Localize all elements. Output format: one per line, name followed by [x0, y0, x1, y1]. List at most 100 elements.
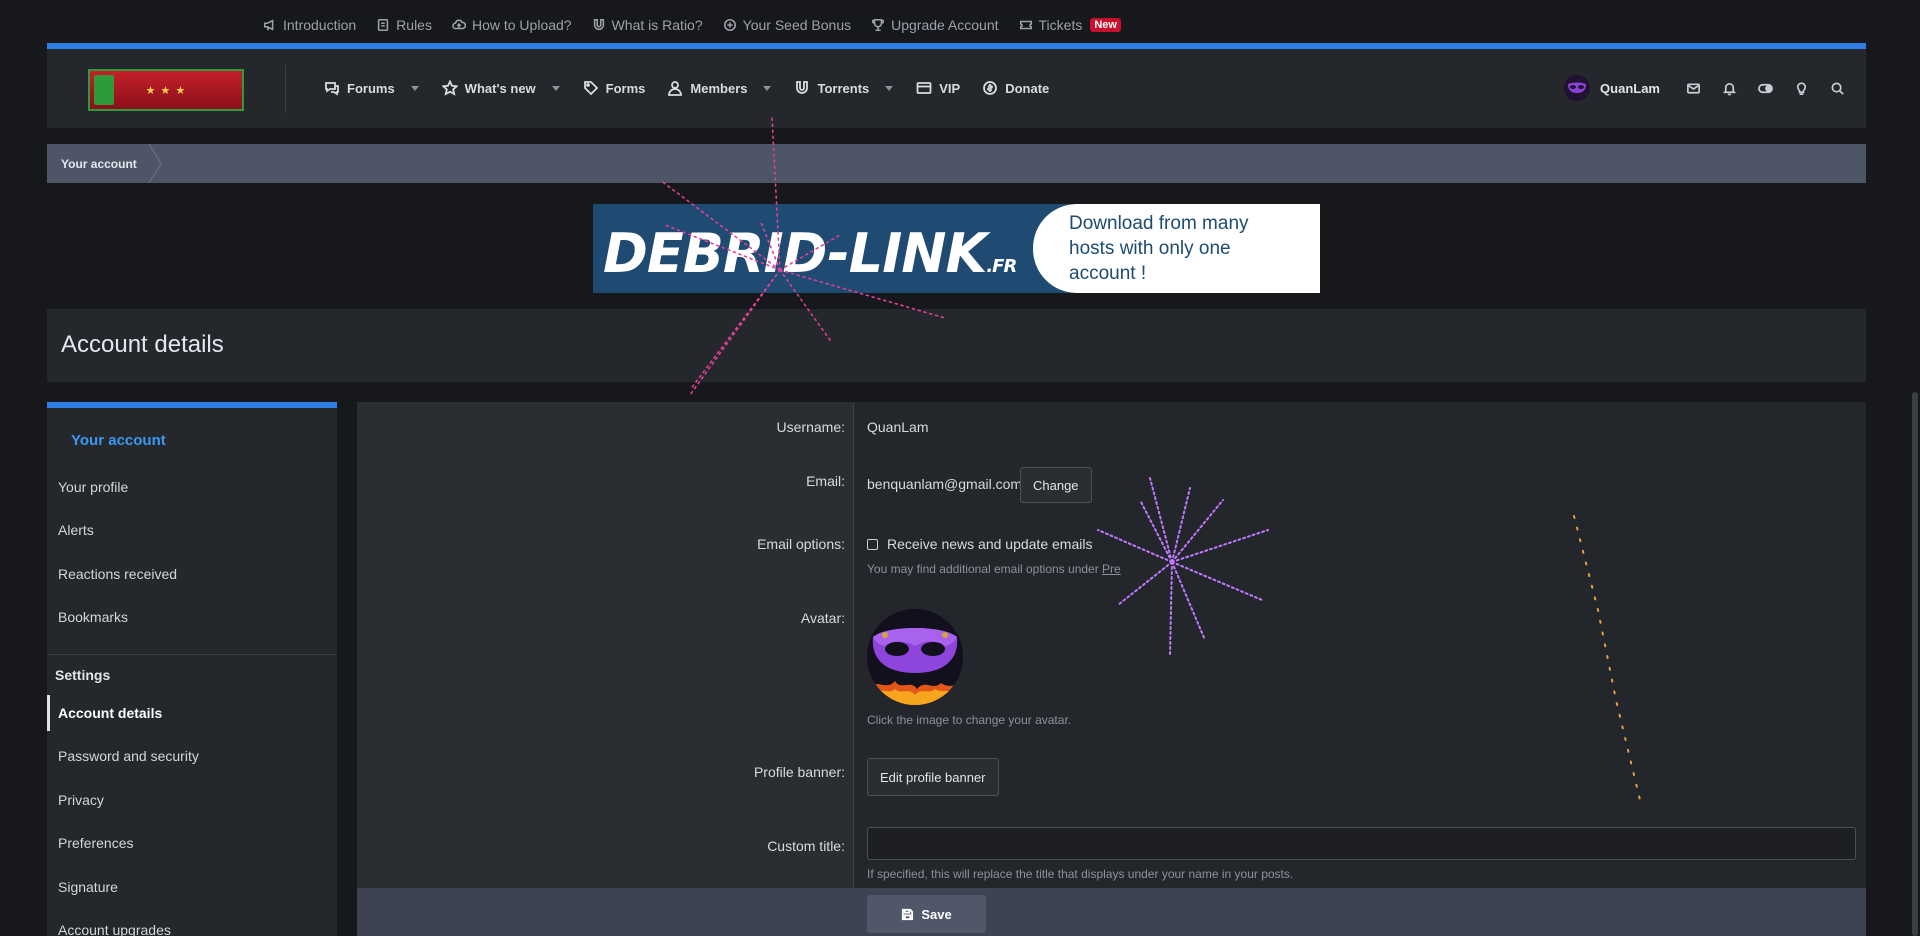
username-value: QuanLam — [867, 419, 929, 435]
caret-down-icon[interactable] — [762, 83, 772, 93]
sidebar-item-alerts[interactable]: Alerts — [47, 512, 337, 548]
trophy-icon — [871, 18, 885, 32]
toplink-introduction[interactable]: Introduction — [263, 17, 356, 33]
account-details-form: Username: QuanLam Email: benquanlam@gmai… — [357, 402, 1866, 936]
document-icon — [376, 18, 390, 32]
custom-title-input[interactable] — [867, 827, 1856, 860]
save-button[interactable]: Save — [867, 895, 986, 933]
search-button[interactable] — [1826, 77, 1848, 99]
chat-icon — [324, 80, 340, 96]
star-icon — [441, 80, 458, 96]
email-options-hint-text: You may find additional email options un… — [867, 562, 1103, 576]
sidebar-item-reactions-received[interactable]: Reactions received — [47, 556, 337, 592]
bell-icon — [1722, 81, 1737, 96]
ad-tagline-box: Download from many hosts with only one a… — [1033, 204, 1320, 293]
sidebar-divider — [47, 654, 337, 655]
toplink-label: Tickets — [1038, 17, 1083, 33]
sidebar-item-password-security[interactable]: Password and security — [47, 738, 337, 774]
preferences-link[interactable]: Pre — [1102, 562, 1121, 576]
style-toggle-button[interactable] — [1754, 77, 1776, 99]
newsletter-checkbox[interactable] — [867, 538, 878, 550]
alerts-button[interactable] — [1718, 77, 1740, 99]
upload-cloud-icon — [452, 18, 466, 32]
lightbulb-icon — [1794, 81, 1809, 96]
newsletter-checkbox-row[interactable]: Receive news and update emails — [867, 536, 1092, 552]
search-icon — [1830, 81, 1845, 96]
user-icon — [667, 80, 683, 96]
ad-banner-debrid-link[interactable]: DEBRID-LINK.FR Download from many hosts … — [593, 204, 1320, 293]
caret-down-icon[interactable] — [551, 83, 561, 93]
form-value-column — [854, 402, 1866, 888]
toplink-how-to-upload[interactable]: How to Upload? — [452, 17, 572, 33]
inbox-button[interactable] — [1682, 77, 1704, 99]
sidebar-item-your-profile[interactable]: Your profile — [47, 469, 337, 505]
site-header: ★ ★ ★ Forums What's new Forms Members To… — [47, 43, 1866, 128]
toplink-seed-bonus[interactable]: Your Seed Bonus — [723, 17, 851, 33]
toplink-what-is-ratio[interactable]: What is Ratio? — [592, 17, 703, 33]
nav-members[interactable]: Members — [656, 73, 783, 103]
tips-button[interactable] — [1790, 77, 1812, 99]
nav-whats-new[interactable]: What's new — [431, 73, 572, 103]
caret-down-icon[interactable] — [410, 83, 420, 93]
nav-donate[interactable]: Donate — [971, 73, 1060, 103]
toplink-label: Your Seed Bonus — [742, 17, 852, 33]
magnet-icon — [794, 80, 810, 96]
top-quick-links: Introduction Rules How to Upload? What i… — [263, 14, 1121, 36]
header-divider — [285, 65, 286, 113]
sidebar-item-bookmarks[interactable]: Bookmarks — [47, 599, 337, 635]
plus-circle-icon — [723, 18, 737, 32]
nav-label: Forms — [605, 80, 646, 96]
toplink-label: How to Upload? — [471, 17, 572, 33]
email-options-hint: You may find additional email options un… — [867, 562, 1121, 576]
site-logo[interactable]: ★ ★ ★ — [88, 69, 244, 111]
ad-brand-suffix: .FR — [986, 256, 1017, 277]
account-sidebar: Your account Your profile Alerts Reactio… — [47, 402, 337, 936]
main-navigation: Forums What's new Forms Members Torrents… — [313, 73, 1060, 103]
custom-title-hint: If specified, this will replace the titl… — [867, 867, 1294, 881]
nav-forums[interactable]: Forums — [313, 73, 431, 103]
sidebar-settings-heading: Settings — [55, 667, 111, 683]
breadcrumb-your-account[interactable]: Your account — [47, 144, 151, 183]
edit-profile-banner-button[interactable]: Edit profile banner — [867, 758, 999, 796]
nav-forms[interactable]: Forms — [572, 73, 657, 103]
save-icon — [901, 908, 914, 921]
toplink-label: Introduction — [283, 17, 357, 33]
email-value: benquanlam@gmail.com — [867, 476, 1023, 492]
nav-label: What's new — [464, 80, 536, 96]
magnet-icon — [592, 18, 606, 32]
sidebar-item-preferences[interactable]: Preferences — [47, 825, 337, 861]
sidebar-item-account-upgrades[interactable]: Account upgrades — [47, 912, 337, 936]
sidebar-item-signature[interactable]: Signature — [47, 869, 337, 905]
toplink-tickets[interactable]: Tickets New — [1019, 17, 1121, 33]
user-navigation: QuanLam — [1564, 71, 1848, 105]
nav-label: Forums — [347, 80, 395, 96]
avatar-image[interactable] — [867, 609, 963, 705]
nav-label: Members — [690, 80, 748, 96]
toplink-upgrade-account[interactable]: Upgrade Account — [871, 17, 999, 33]
username-label: QuanLam — [1600, 80, 1660, 96]
toplink-label: Upgrade Account — [891, 17, 999, 33]
toplink-label: What is Ratio? — [611, 17, 703, 33]
profile-banner-label: Profile banner: — [753, 764, 845, 780]
form-submit-row: Save — [357, 888, 1866, 936]
sidebar-heading[interactable]: Your account — [71, 432, 166, 449]
nav-torrents[interactable]: Torrents — [783, 73, 905, 103]
change-email-button[interactable]: Change — [1020, 467, 1092, 503]
ad-tagline: Download from many hosts with only one a… — [1069, 213, 1249, 284]
user-menu[interactable]: QuanLam — [1564, 75, 1660, 101]
caret-down-icon[interactable] — [884, 83, 894, 93]
page-scrollbar-thumb[interactable] — [1912, 392, 1918, 936]
toggle-icon — [1757, 81, 1773, 96]
nav-label: Torrents — [817, 80, 870, 96]
nav-vip[interactable]: VIP — [905, 73, 971, 103]
custom-title-label: Custom title: — [767, 838, 845, 854]
tag-icon — [583, 80, 599, 96]
sidebar-item-privacy[interactable]: Privacy — [47, 782, 337, 818]
form-label-column — [357, 402, 854, 888]
avatar-hint: Click the image to change your avatar. — [867, 713, 1072, 727]
megaphone-icon — [263, 18, 277, 32]
email-label: Email: — [806, 473, 845, 489]
ad-logo: DEBRID-LINK.FR — [603, 222, 1017, 285]
toplink-rules[interactable]: Rules — [376, 17, 432, 33]
sidebar-item-account-details[interactable]: Account details — [47, 695, 337, 731]
